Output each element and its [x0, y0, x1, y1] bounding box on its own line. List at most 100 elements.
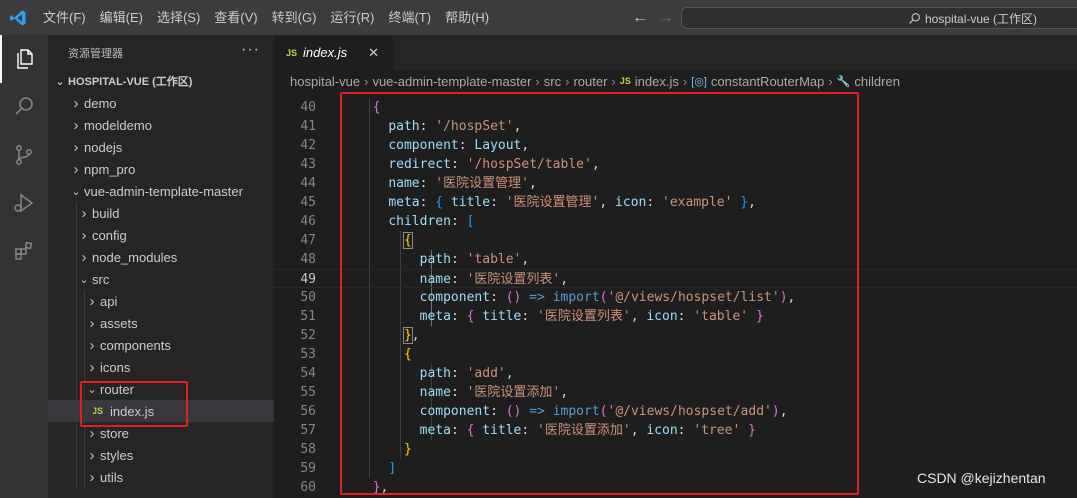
back-arrow-icon[interactable]: ←: [632, 9, 648, 27]
code-text: {: [403, 347, 412, 362]
folder-item-node_modules[interactable]: › node_modules: [48, 246, 274, 268]
folder-item-components[interactable]: › components: [48, 334, 274, 356]
code-text: name: '医院设置列表',: [419, 272, 569, 287]
code-line: 52 },: [274, 326, 1077, 345]
code-text: {: [372, 100, 381, 115]
source-control-icon[interactable]: [0, 131, 48, 179]
explorer-title: 资源管理器: [68, 47, 123, 60]
indent-guide: [76, 378, 77, 400]
tree-item-label: demo: [84, 95, 117, 111]
menu-item-4[interactable]: 转到(G): [265, 0, 324, 35]
explorer-icon[interactable]: [0, 35, 48, 83]
close-icon[interactable]: ✕: [368, 45, 379, 61]
folder-item-router[interactable]: ⌄ router: [48, 378, 274, 400]
command-center-search[interactable]: hospital-vue (工作区): [681, 7, 1077, 29]
folder-item-icons[interactable]: › icons: [48, 356, 274, 378]
indent-guide: [76, 334, 77, 356]
folder-item-vue-admin-template-master[interactable]: ⌄ vue-admin-template-master: [48, 180, 274, 202]
line-number: 54: [300, 366, 316, 381]
breadcrumb-item[interactable]: vue-admin-template-master: [372, 74, 531, 89]
title-bar: 文件(F) 编辑(E) 选择(S) 查看(V) 转到(G) 运行(R) 终端(T) 帮助(H)…: [0, 0, 1077, 35]
chevron-down-icon: ⌄: [55, 75, 65, 88]
chevron-right-icon: ›: [89, 424, 95, 442]
folder-item-api[interactable]: › api: [48, 290, 274, 312]
run-debug-icon[interactable]: [0, 179, 48, 227]
line-number: 45: [300, 195, 316, 210]
tab-label: index.js: [303, 45, 348, 60]
code-text: component: () => import('@/views/hospset…: [419, 290, 796, 305]
extensions-icon[interactable]: [0, 227, 48, 275]
line-number: 55: [300, 385, 316, 400]
property-wrench-icon: 🔧: [836, 75, 851, 88]
code-text: name: '医院设置管理',: [388, 176, 537, 191]
code-editor[interactable]: 40 {41 path: '/hospSet', 42 component: La…: [274, 96, 1077, 498]
chevron-right-icon: ›: [81, 248, 87, 266]
menu-item-3[interactable]: 查看(V): [207, 0, 264, 35]
line-number: 42: [300, 138, 316, 153]
tree-item-label: router: [100, 381, 134, 397]
menu-item-5[interactable]: 运行(R): [323, 0, 381, 35]
tree-item-label: nodejs: [84, 139, 123, 155]
indent-guide: [76, 268, 77, 290]
code-line: 47 {: [274, 231, 1077, 250]
breadcrumb-item[interactable]: children: [854, 74, 900, 89]
code-line: 41 path: '/hospSet',: [274, 117, 1077, 136]
menu-item-6[interactable]: 终端(T): [381, 0, 438, 35]
tree-item-label: vue-admin-template-master: [84, 183, 243, 199]
folder-item-src[interactable]: ⌄ src: [48, 268, 274, 290]
folder-item-assets[interactable]: › assets: [48, 312, 274, 334]
indent-guide: [84, 312, 85, 334]
code-text: path: '/hospSet',: [388, 119, 522, 134]
line-number: 60: [300, 480, 316, 495]
forward-arrow-icon[interactable]: →: [658, 9, 674, 27]
symbol-variable-icon: [◎]: [691, 75, 707, 88]
menu-item-1[interactable]: 编辑(E): [93, 0, 150, 35]
line-number: 53: [300, 347, 316, 362]
folder-item-build[interactable]: › build: [48, 202, 274, 224]
file-tree: › demo › modeldemo › nodejs › npm_pro ⌄ vue-admin…: [48, 92, 274, 488]
code-text: meta: { title: '医院设置添加', icon: 'tree' }: [419, 423, 756, 438]
tree-item-label: npm_pro: [84, 161, 136, 177]
menu-item-2[interactable]: 选择(S): [150, 0, 207, 35]
code-line: 48 path: 'table',: [274, 250, 1077, 269]
folder-item-store[interactable]: › store: [48, 422, 274, 444]
search-icon[interactable]: [0, 83, 48, 131]
breadcrumb-item[interactable]: src: [544, 74, 561, 89]
code-line: 45 meta: { title: '医院设置管理', icon: 'examp…: [274, 193, 1077, 212]
code-line: 56 component: () => import('@/views/hosp…: [274, 402, 1077, 421]
folder-item-demo[interactable]: › demo: [48, 92, 274, 114]
tree-item-label: build: [92, 205, 120, 221]
indent-guide: [84, 334, 85, 356]
watermark: CSDN @kejizhentan: [917, 470, 1046, 486]
breadcrumb-item[interactable]: hospital-vue: [290, 74, 360, 89]
tree-item-label: index.js: [110, 403, 155, 419]
code-text: name: '医院设置添加',: [419, 385, 569, 400]
tab-index-js[interactable]: JS index.js ✕: [274, 35, 393, 70]
vscode-logo-icon[interactable]: [0, 0, 36, 35]
code-line: 51 meta: { title: '医院设置列表', icon: 'table…: [274, 307, 1077, 326]
tree-item-label: config: [92, 227, 127, 243]
more-actions-icon[interactable]: ···: [241, 41, 260, 59]
folder-item-utils[interactable]: › utils: [48, 466, 274, 488]
indent-guide: [76, 202, 77, 224]
folder-item-nodejs[interactable]: › nodejs: [48, 136, 274, 158]
folder-item-config[interactable]: › config: [48, 224, 274, 246]
folder-item-styles[interactable]: › styles: [48, 444, 274, 466]
command-center-label: hospital-vue (工作区): [925, 11, 1038, 26]
menu-item-7[interactable]: 帮助(H): [438, 0, 496, 35]
tree-item-label: components: [100, 337, 171, 353]
code-text: meta: { title: '医院设置管理', icon: 'example'…: [388, 195, 756, 210]
indent-guide: [84, 422, 85, 444]
folder-item-npm_pro[interactable]: › npm_pro: [48, 158, 274, 180]
breadcrumb-item[interactable]: router: [573, 74, 607, 89]
code-line: 43 redirect: '/hospSet/table',: [274, 155, 1077, 174]
workspace-header[interactable]: ⌄ HOSPITAL-VUE (工作区): [48, 70, 274, 92]
breadcrumb-separator: ›: [565, 73, 570, 89]
breadcrumb-item[interactable]: constantRouterMap: [711, 74, 824, 89]
chevron-right-icon: ›: [81, 204, 87, 222]
breadcrumb-item[interactable]: index.js: [635, 74, 679, 89]
indent-guide: [84, 290, 85, 312]
menu-item-0[interactable]: 文件(F): [36, 0, 93, 35]
folder-item-modeldemo[interactable]: › modeldemo: [48, 114, 274, 136]
file-item-index-js[interactable]: JS index.js: [48, 400, 274, 422]
